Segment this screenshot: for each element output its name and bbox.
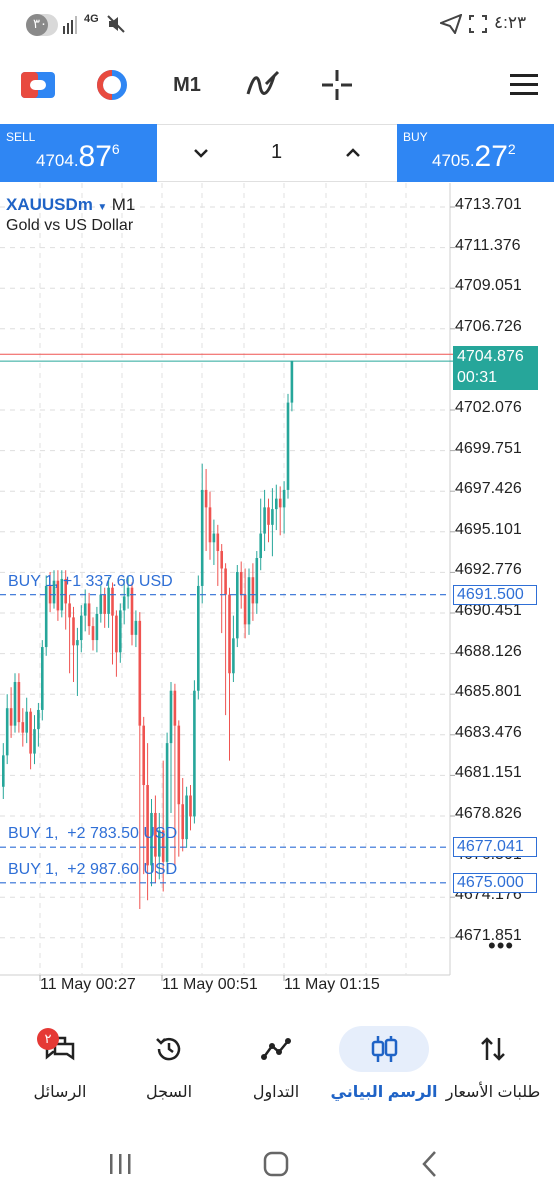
buy-button[interactable]: BUY 4705.272 bbox=[397, 124, 554, 182]
sell-price-prefix: 4704. bbox=[36, 151, 79, 170]
nav-trade[interactable]: التداول bbox=[221, 1010, 331, 1110]
unread-count: ٢ bbox=[44, 1031, 52, 1046]
price-chart[interactable]: XAUUSDm ▼ M1 Gold vs US Dollar 4713.701 4… bbox=[0, 183, 554, 998]
sell-price-sup: 6 bbox=[111, 141, 120, 157]
sell-price-big: 87 bbox=[78, 140, 112, 173]
crosshair-icon[interactable] bbox=[314, 55, 360, 115]
nav-history-label: السجل bbox=[145, 1084, 193, 1101]
one-click-trading-bar: SELL 4704.876 1 BUY 4705.272 bbox=[0, 124, 554, 182]
chart-icon bbox=[371, 1036, 398, 1062]
buy-price-big: 27 bbox=[474, 140, 508, 173]
network-type: 4G bbox=[84, 13, 99, 25]
lot-value[interactable]: 1 bbox=[271, 141, 282, 164]
buy-price-sup: 2 bbox=[507, 141, 516, 157]
recent-apps-icon[interactable] bbox=[108, 1152, 134, 1176]
trade-icon bbox=[261, 1038, 291, 1060]
home-icon[interactable] bbox=[263, 1151, 289, 1177]
lot-increase-button[interactable] bbox=[341, 141, 365, 165]
clock: ٤:٢٣ bbox=[494, 13, 527, 32]
time-tick-label: 11 May 00:51 bbox=[162, 976, 258, 993]
chart-toolbar: M1 bbox=[0, 55, 554, 115]
history-icon bbox=[156, 1037, 181, 1061]
lot-decrease-button[interactable] bbox=[189, 141, 213, 165]
timeframe-button[interactable]: M1 bbox=[160, 55, 214, 115]
nav-quotes[interactable]: طلبات الأسعار bbox=[438, 1010, 548, 1110]
screen-record-icon bbox=[469, 15, 487, 33]
sell-button[interactable]: SELL 4704.876 bbox=[0, 124, 157, 182]
send-icon bbox=[440, 14, 462, 34]
signal-icon bbox=[63, 16, 77, 34]
mute-icon bbox=[107, 15, 125, 33]
nav-chart-label: الرسم البياني bbox=[330, 1084, 438, 1101]
nav-history[interactable]: السجل bbox=[114, 1010, 224, 1110]
chevron-up-icon bbox=[346, 148, 360, 157]
time-axis: 11 May 00:27 11 May 00:51 11 May 01:15 bbox=[0, 183, 554, 998]
nav-messages-label: الرسائل bbox=[33, 1084, 87, 1101]
chevron-down-icon bbox=[194, 149, 208, 158]
trade-arrows-icon[interactable] bbox=[16, 55, 60, 115]
back-icon[interactable] bbox=[420, 1150, 440, 1178]
sell-label: SELL bbox=[6, 130, 36, 144]
timeframe-label: M1 bbox=[173, 73, 201, 96]
nav-messages[interactable]: ٢ الرسائل bbox=[5, 1010, 115, 1110]
menu-icon[interactable] bbox=[502, 55, 546, 115]
battery-level: ٣٠ bbox=[33, 16, 47, 31]
nav-quotes-label: طلبات الأسعار bbox=[445, 1084, 541, 1101]
time-tick-label: 11 May 00:27 bbox=[40, 976, 136, 993]
nav-chart[interactable]: الرسم البياني bbox=[329, 1010, 439, 1110]
drawing-tools-icon[interactable] bbox=[238, 55, 288, 115]
time-tick-label: 11 May 01:15 bbox=[284, 976, 380, 993]
bottom-navigation: طلبات الأسعار الرسم البياني التداول السج… bbox=[0, 1010, 554, 1110]
buy-price-prefix: 4705. bbox=[432, 151, 475, 170]
nav-trade-label: التداول bbox=[252, 1084, 300, 1101]
quotes-icon bbox=[481, 1037, 505, 1061]
lot-selector: 1 bbox=[157, 124, 397, 182]
battery-indicator: ٣٠ bbox=[26, 14, 58, 36]
unread-badge: ٢ bbox=[37, 1028, 59, 1050]
buy-label: BUY bbox=[403, 130, 428, 144]
indicator-icon[interactable] bbox=[90, 55, 134, 115]
status-bar: ٣٠ 4G ٤:٢٣ bbox=[0, 0, 554, 50]
system-navigation bbox=[0, 1140, 554, 1190]
